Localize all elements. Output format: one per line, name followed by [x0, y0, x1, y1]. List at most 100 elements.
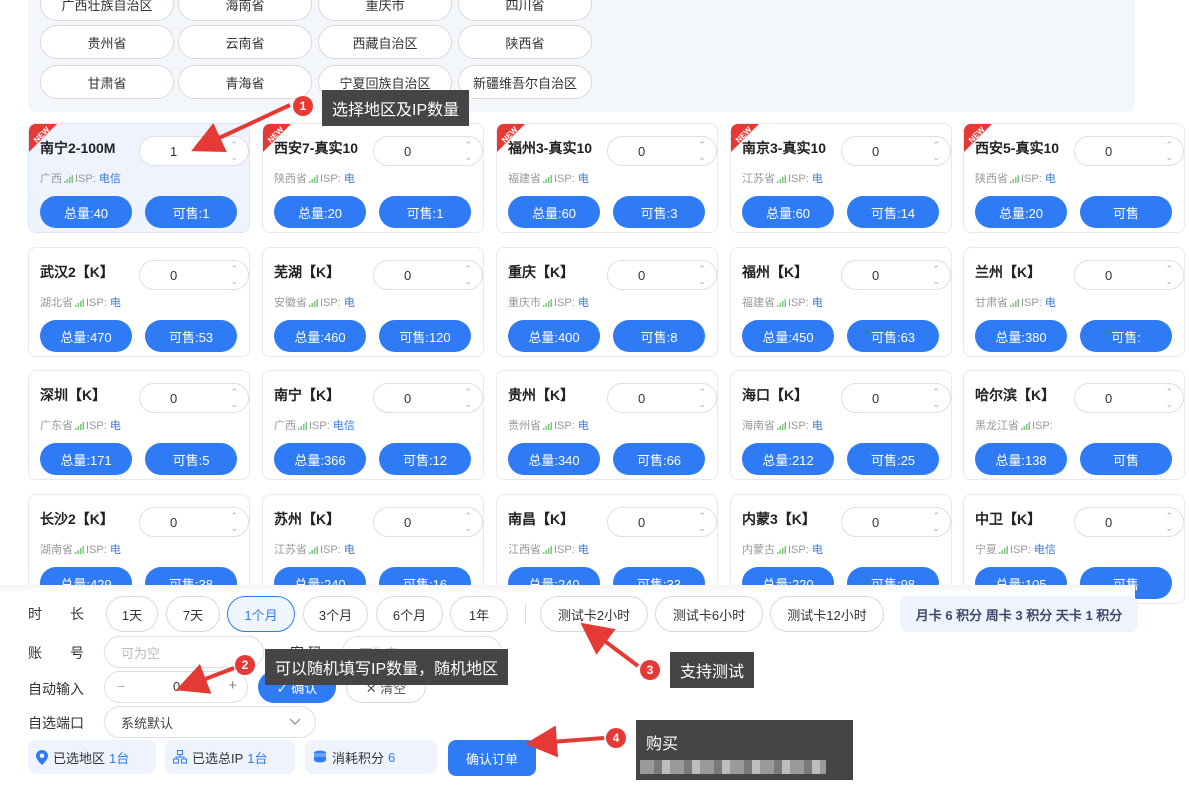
chevron-down-icon[interactable]: ⌄ — [464, 153, 472, 162]
total-button[interactable]: 总量:340 — [508, 443, 600, 475]
node-card[interactable]: 重庆【K】 0 ⌃ ⌄ 重庆市 ISP: 电总量:400 可售:8 — [496, 247, 718, 357]
quantity-stepper[interactable]: 1 ⌃ ⌄ — [139, 136, 249, 166]
quantity-stepper[interactable]: 0 ⌃ ⌄ — [841, 260, 951, 290]
chevron-up-icon[interactable]: ⌃ — [1165, 388, 1173, 397]
total-button[interactable]: 总量:171 — [40, 443, 132, 475]
chevron-down-icon[interactable]: ⌄ — [464, 400, 472, 409]
quantity-stepper[interactable]: 0 ⌃ ⌄ — [841, 383, 951, 413]
node-card[interactable]: NEW 南宁2-100M 1 ⌃ ⌄ 广西 ISP: 电信 总量:40 可售:1 — [28, 123, 250, 233]
total-button[interactable]: 总量:380 — [975, 320, 1067, 352]
chevron-down-icon[interactable]: ⌄ — [932, 400, 940, 409]
total-button[interactable]: 总量:470 — [40, 320, 132, 352]
total-button[interactable]: 总量:400 — [508, 320, 600, 352]
duration-7day-button[interactable]: 7天 — [166, 596, 220, 632]
node-card[interactable]: 芜湖【K】 0 ⌃ ⌄ 安徽省 ISP: 电总量:460 可售:120 — [262, 247, 484, 357]
minus-icon[interactable]: − — [117, 678, 125, 694]
confirm-order-button[interactable]: 确认订单 — [448, 740, 536, 776]
chevron-down-icon[interactable]: ⌄ — [1165, 524, 1173, 533]
quantity-stepper[interactable]: 0 ⌃ ⌄ — [841, 136, 951, 166]
node-card[interactable]: 深圳【K】 0 ⌃ ⌄ 广东省 ISP: 电总量:171 可售:5 — [28, 370, 250, 480]
available-button[interactable]: 可售:66 — [613, 443, 705, 475]
test-2h-button[interactable]: 测试卡2小时 — [540, 596, 648, 632]
chevron-up-icon[interactable]: ⌃ — [698, 141, 706, 150]
available-button[interactable]: 可售:1 — [379, 196, 471, 228]
chevron-down-icon[interactable]: ⌄ — [464, 524, 472, 533]
quantity-stepper[interactable]: 0 ⌃ ⌄ — [1074, 260, 1184, 290]
node-card[interactable]: 贵州【K】 0 ⌃ ⌄ 贵州省 ISP: 电总量:340 可售:66 — [496, 370, 718, 480]
plus-icon[interactable]: + — [228, 677, 237, 694]
node-card[interactable]: 南宁【K】 0 ⌃ ⌄ 广西 ISP: 电信 总量:366 可售:12 — [262, 370, 484, 480]
chevron-up-icon[interactable]: ⌃ — [932, 265, 940, 274]
total-button[interactable]: 总量:366 — [274, 443, 366, 475]
chevron-up-icon[interactable]: ⌃ — [230, 388, 238, 397]
chevron-up-icon[interactable]: ⌃ — [230, 512, 238, 521]
test-6h-button[interactable]: 测试卡6小时 — [655, 596, 763, 632]
total-button[interactable]: 总量:212 — [742, 443, 834, 475]
chevron-down-icon[interactable]: ⌄ — [932, 277, 940, 286]
chevron-up-icon[interactable]: ⌃ — [698, 388, 706, 397]
port-select[interactable]: 系统默认 — [104, 706, 316, 738]
available-button[interactable]: 可售 — [1080, 196, 1172, 228]
chevron-up-icon[interactable]: ⌃ — [464, 141, 472, 150]
total-button[interactable]: 总量:460 — [274, 320, 366, 352]
region-button[interactable]: 甘肃省 — [40, 65, 174, 99]
chevron-up-icon[interactable]: ⌃ — [698, 265, 706, 274]
available-button[interactable]: 可售:120 — [379, 320, 471, 352]
chevron-down-icon[interactable]: ⌄ — [698, 400, 706, 409]
quantity-stepper[interactable]: 0 ⌃ ⌄ — [607, 260, 717, 290]
available-button[interactable]: 可售:14 — [847, 196, 939, 228]
chevron-down-icon[interactable]: ⌄ — [1165, 277, 1173, 286]
chevron-up-icon[interactable]: ⌃ — [932, 141, 940, 150]
chevron-up-icon[interactable]: ⌃ — [1165, 512, 1173, 521]
quantity-stepper[interactable]: 0 ⌃ ⌄ — [1074, 507, 1184, 537]
chevron-down-icon[interactable]: ⌄ — [230, 277, 238, 286]
quantity-stepper[interactable]: 0 ⌃ ⌄ — [373, 507, 483, 537]
region-button[interactable]: 新疆维吾尔自治区 — [458, 65, 592, 99]
chevron-up-icon[interactable]: ⌃ — [230, 265, 238, 274]
available-button[interactable]: 可售:5 — [145, 443, 237, 475]
quantity-stepper[interactable]: 0 ⌃ ⌄ — [139, 383, 249, 413]
quantity-stepper[interactable]: 0 ⌃ ⌄ — [841, 507, 951, 537]
duration-6month-button[interactable]: 6个月 — [376, 596, 443, 632]
chevron-down-icon[interactable]: ⌄ — [230, 524, 238, 533]
chevron-up-icon[interactable]: ⌃ — [698, 512, 706, 521]
region-button[interactable]: 西藏自治区 — [318, 25, 452, 59]
available-button[interactable]: 可售:3 — [613, 196, 705, 228]
duration-3month-button[interactable]: 3个月 — [303, 596, 368, 632]
chevron-up-icon[interactable]: ⌃ — [932, 512, 940, 521]
chevron-down-icon[interactable]: ⌄ — [230, 400, 238, 409]
region-button[interactable]: 云南省 — [178, 25, 312, 59]
quantity-stepper[interactable]: 0 ⌃ ⌄ — [607, 383, 717, 413]
available-button[interactable]: 可售 — [1080, 443, 1172, 475]
node-card[interactable]: NEW 西安7-真实10 0 ⌃ ⌄ 陕西省 ISP: 电总量:20 可售:1 — [262, 123, 484, 233]
region-button[interactable]: 海南省 — [178, 0, 312, 21]
total-button[interactable]: 总量:60 — [508, 196, 600, 228]
node-card[interactable]: 武汉2【K】 0 ⌃ ⌄ 湖北省 ISP: 电总量:470 可售:53 — [28, 247, 250, 357]
chevron-down-icon[interactable]: ⌄ — [932, 153, 940, 162]
quantity-stepper[interactable]: 0 ⌃ ⌄ — [607, 507, 717, 537]
total-button[interactable]: 总量:138 — [975, 443, 1067, 475]
chevron-down-icon[interactable]: ⌄ — [698, 524, 706, 533]
chevron-up-icon[interactable]: ⌃ — [1165, 265, 1173, 274]
duration-1month-button[interactable]: 1个月 — [227, 596, 295, 632]
available-button[interactable]: 可售:1 — [145, 196, 237, 228]
node-card[interactable]: 福州【K】 0 ⌃ ⌄ 福建省 ISP: 电总量:450 可售:63 — [730, 247, 952, 357]
chevron-up-icon[interactable]: ⌃ — [464, 265, 472, 274]
node-card[interactable]: NEW 西安5-真实10 0 ⌃ ⌄ 陕西省 ISP: 电总量:20 可售 — [963, 123, 1185, 233]
region-button[interactable]: 重庆市 — [318, 0, 452, 21]
available-button[interactable]: 可售:25 — [847, 443, 939, 475]
total-button[interactable]: 总量:60 — [742, 196, 834, 228]
node-card[interactable]: NEW 南京3-真实10 0 ⌃ ⌄ 江苏省 ISP: 电总量:60 可售:14 — [730, 123, 952, 233]
node-card[interactable]: 海口【K】 0 ⌃ ⌄ 海南省 ISP: 电总量:212 可售:25 — [730, 370, 952, 480]
region-button[interactable]: 青海省 — [178, 65, 312, 99]
quantity-stepper[interactable]: 0 ⌃ ⌄ — [1074, 136, 1184, 166]
total-button[interactable]: 总量:450 — [742, 320, 834, 352]
chevron-up-icon[interactable]: ⌃ — [464, 512, 472, 521]
duration-1year-button[interactable]: 1年 — [450, 596, 508, 632]
chevron-up-icon[interactable]: ⌃ — [464, 388, 472, 397]
region-button[interactable]: 陕西省 — [458, 25, 592, 59]
auto-quantity-stepper[interactable]: − 0 + — [104, 671, 248, 703]
test-12h-button[interactable]: 测试卡12小时 — [770, 596, 884, 632]
region-button[interactable]: 贵州省 — [40, 25, 174, 59]
quantity-stepper[interactable]: 0 ⌃ ⌄ — [139, 260, 249, 290]
